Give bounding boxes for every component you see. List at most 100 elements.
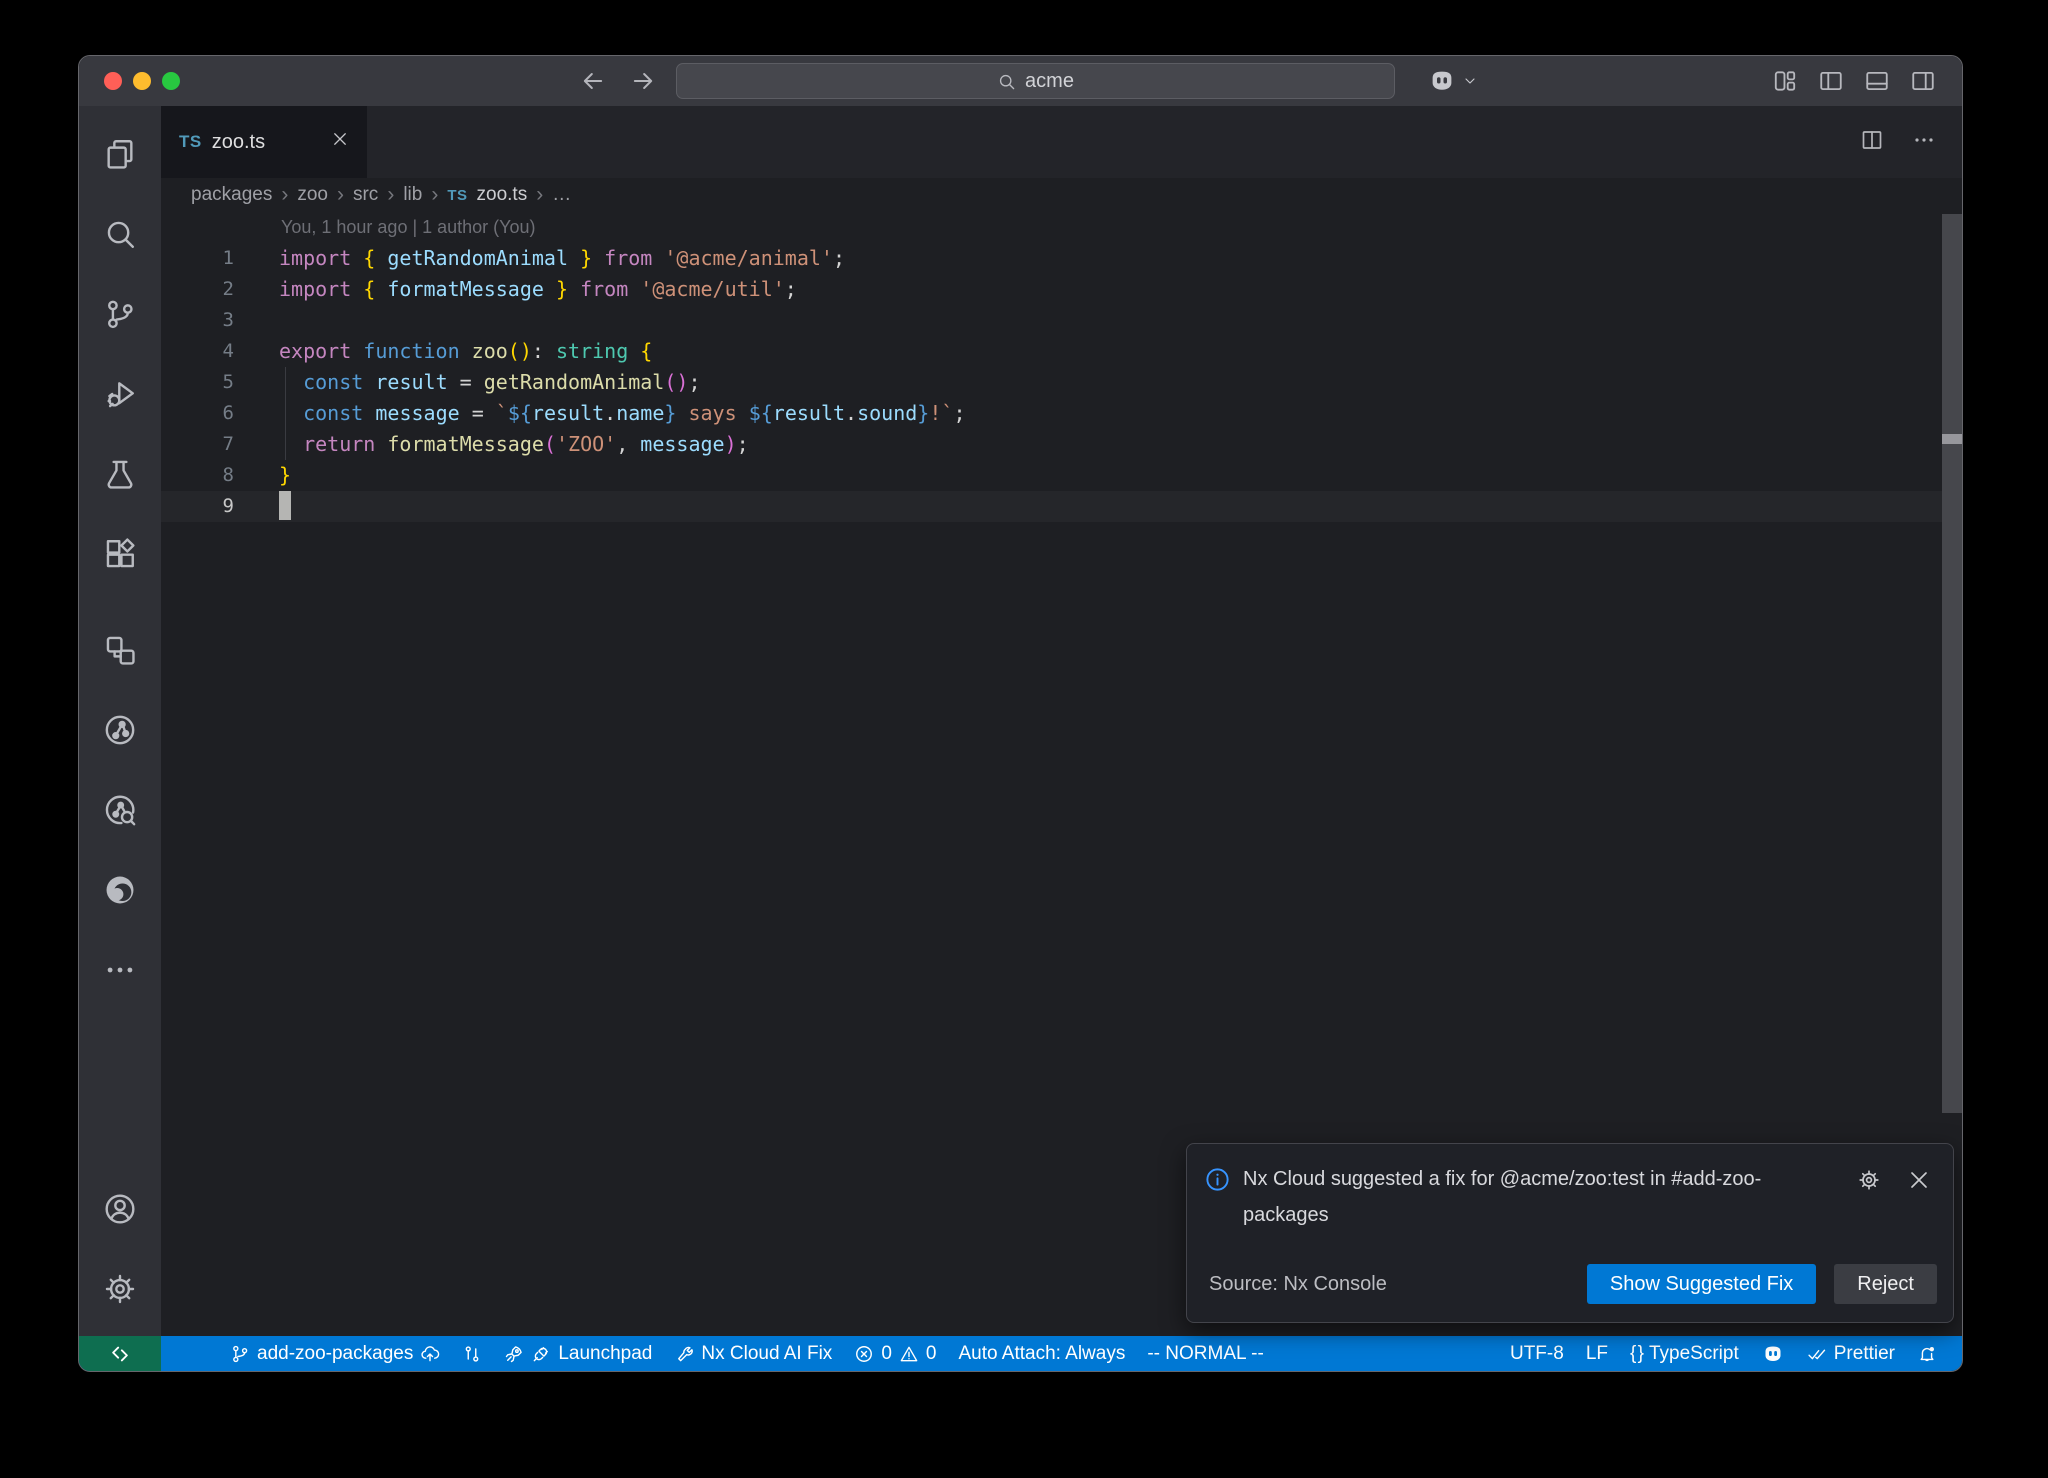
copilot-status-item[interactable] <box>1750 1336 1796 1371</box>
show-suggested-fix-button[interactable]: Show Suggested Fix <box>1587 1264 1816 1304</box>
zoom-window-button[interactable] <box>162 72 180 90</box>
line-content: } <box>234 460 291 491</box>
auto-attach-label: Auto Attach: Always <box>958 1343 1125 1365</box>
line-number[interactable]: 3 <box>161 305 234 336</box>
typescript-file-icon: TS <box>447 187 467 204</box>
code-line[interactable]: 7 return formatMessage('ZOO', message); <box>161 429 1962 460</box>
copilot-menu[interactable] <box>1427 66 1478 96</box>
accounts-icon[interactable] <box>101 1191 139 1227</box>
remote-indicator[interactable] <box>79 1336 161 1371</box>
line-number[interactable]: 4 <box>161 336 234 367</box>
launchpad-status-item[interactable]: Launchpad <box>493 1336 663 1371</box>
testing-icon[interactable] <box>101 456 139 492</box>
nx-cloud-fix-status-item[interactable]: Nx Cloud AI Fix <box>663 1336 843 1371</box>
prettier-status-item[interactable]: Prettier <box>1796 1336 1906 1371</box>
problems-status-item[interactable]: 0 0 <box>843 1336 947 1371</box>
close-window-button[interactable] <box>104 72 122 90</box>
code-lines: 1import { getRandomAnimal } from '@acme/… <box>161 243 1962 522</box>
nx-console-icon[interactable] <box>101 632 139 668</box>
activity-bar-bottom <box>101 1191 139 1336</box>
line-number[interactable]: 8 <box>161 460 234 491</box>
editor-actions <box>1860 106 1962 178</box>
indent-guide <box>285 367 286 460</box>
source-control-icon[interactable] <box>101 296 139 332</box>
code-line[interactable]: 6 const message = `${result.name} says $… <box>161 398 1962 429</box>
vim-mode-status-item[interactable]: -- NORMAL -- <box>1136 1336 1274 1371</box>
auto-attach-status-item[interactable]: Auto Attach: Always <box>947 1336 1136 1371</box>
language-status-item[interactable]: { } TypeScript <box>1619 1336 1750 1371</box>
notification-settings-gear-icon[interactable] <box>1857 1168 1881 1198</box>
double-check-icon <box>1807 1344 1827 1364</box>
settings-gear-icon[interactable] <box>101 1271 139 1307</box>
close-tab-icon[interactable] <box>331 130 349 154</box>
extensions-icon[interactable] <box>101 536 139 572</box>
line-number[interactable]: 1 <box>161 243 234 274</box>
code-line[interactable]: 9 <box>161 491 1962 522</box>
more-views-icon[interactable] <box>101 952 139 988</box>
notification-footer: Source: Nx Console Show Suggested Fix Re… <box>1209 1264 1937 1304</box>
breadcrumb-separator: › <box>431 183 438 207</box>
customize-layout-button[interactable] <box>1772 68 1798 99</box>
breadcrumb-zoo[interactable]: zoo <box>297 184 328 206</box>
notification-close-icon[interactable] <box>1907 1168 1931 1198</box>
line-number[interactable]: 7 <box>161 429 234 460</box>
editor-scrollbar[interactable] <box>1942 214 1962 1113</box>
eol-status-item[interactable]: LF <box>1575 1336 1619 1371</box>
code-line[interactable]: 2import { formatMessage } from '@acme/ut… <box>161 274 1962 305</box>
braces-icon: { } <box>1630 1343 1642 1365</box>
line-number[interactable]: 6 <box>161 398 234 429</box>
rocket-icon <box>504 1344 524 1364</box>
notification-source: Source: Nx Console <box>1209 1273 1387 1296</box>
git-compare-status-item[interactable] <box>451 1336 493 1371</box>
notification-controls <box>1857 1168 1931 1198</box>
breadcrumb-file[interactable]: zoo.ts <box>477 184 528 206</box>
git-compare-icon <box>462 1344 482 1364</box>
toggle-secondary-sidebar-button[interactable] <box>1910 68 1936 99</box>
line-content <box>234 305 279 336</box>
run-debug-icon[interactable] <box>101 376 139 412</box>
code-line[interactable]: 4export function zoo(): string { <box>161 336 1962 367</box>
breadcrumb-separator: › <box>281 183 288 207</box>
error-icon <box>854 1344 874 1364</box>
line-number[interactable]: 5 <box>161 367 234 398</box>
more-actions-icon[interactable] <box>1912 128 1936 157</box>
forward-button[interactable] <box>629 67 657 100</box>
breadcrumb-packages[interactable]: packages <box>191 184 272 206</box>
vim-mode-label: -- NORMAL -- <box>1147 1343 1263 1365</box>
status-bar-left: add-zoo-packages Launchpad Nx Cloud AI F… <box>219 1336 1275 1371</box>
toggle-primary-sidebar-button[interactable] <box>1818 68 1844 99</box>
line-number[interactable]: 9 <box>161 491 234 522</box>
explorer-icon[interactable] <box>101 136 139 172</box>
code-line[interactable]: 3 <box>161 305 1962 336</box>
title-bar: acme <box>79 56 1962 106</box>
code-line[interactable]: 8} <box>161 460 1962 491</box>
tab-zoo-ts[interactable]: TS zoo.ts <box>161 106 367 178</box>
breadcrumb-lib[interactable]: lib <box>403 184 422 206</box>
encoding-status-item[interactable]: UTF-8 <box>1499 1336 1575 1371</box>
command-center[interactable]: acme <box>676 63 1395 99</box>
editor-block-cursor <box>279 491 291 520</box>
search-icon[interactable] <box>101 216 139 252</box>
toggle-panel-button[interactable] <box>1864 68 1890 99</box>
minimize-window-button[interactable] <box>133 72 151 90</box>
nx-cloud-icon[interactable] <box>101 792 139 828</box>
reject-button[interactable]: Reject <box>1834 1264 1937 1304</box>
back-button[interactable] <box>579 67 607 100</box>
line-content: import { formatMessage } from '@acme/uti… <box>234 274 797 305</box>
bell-dot-icon <box>1917 1344 1937 1364</box>
activity-bar <box>79 106 161 1336</box>
notifications-status-item[interactable] <box>1906 1336 1948 1371</box>
window-controls <box>104 72 180 90</box>
command-center-query: acme <box>1025 70 1074 93</box>
branch-status-item[interactable]: add-zoo-packages <box>219 1336 451 1371</box>
breadcrumb-overflow[interactable]: … <box>552 184 571 206</box>
breadcrumb-src[interactable]: src <box>353 184 378 206</box>
nx-project-graph-icon[interactable] <box>101 712 139 748</box>
code-line[interactable]: 5 const result = getRandomAnimal(); <box>161 367 1962 398</box>
code-line[interactable]: 1import { getRandomAnimal } from '@acme/… <box>161 243 1962 274</box>
warning-count: 0 <box>926 1343 937 1365</box>
line-number[interactable]: 2 <box>161 274 234 305</box>
edge-browser-icon[interactable] <box>101 872 139 908</box>
split-editor-icon[interactable] <box>1860 128 1884 157</box>
launchpad-label: Launchpad <box>558 1343 652 1365</box>
